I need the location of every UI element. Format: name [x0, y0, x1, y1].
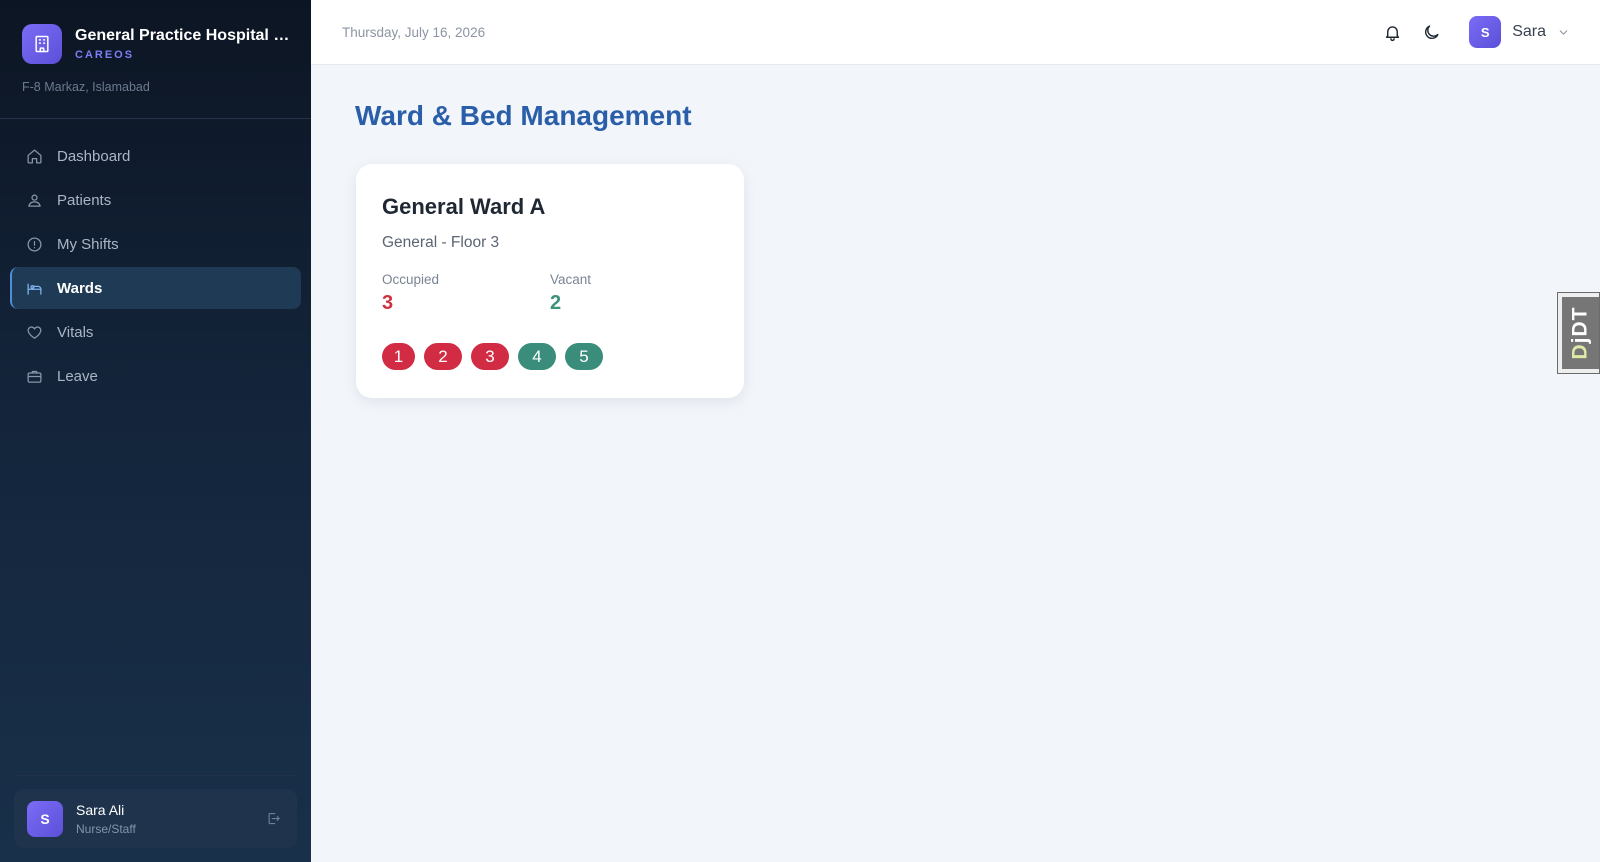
briefcase-icon: [27, 370, 42, 383]
sidebar-item-vitals[interactable]: Vitals: [10, 311, 301, 353]
vacant-count: 2: [550, 292, 562, 314]
bell-icon: [1385, 25, 1399, 41]
notifications-button[interactable]: [1376, 16, 1408, 48]
topbar: Thursday, July 16, 2026 S Sara: [311, 0, 1600, 65]
avatar: S: [27, 800, 63, 837]
user-card: S Sara Ali Nurse/Staff: [14, 789, 297, 848]
hospital-building-icon: [22, 24, 62, 64]
app-name: CAREOS: [75, 49, 135, 61]
debug-toolbar-handle[interactable]: DjDT: [1557, 292, 1600, 374]
occupied-count: 3: [382, 292, 394, 314]
sidebar-item-my-shifts[interactable]: My Shifts: [10, 223, 301, 265]
ward-card[interactable]: General Ward A General - Floor 3 Occupie…: [356, 164, 744, 398]
user-role: Nurse/Staff: [76, 821, 136, 836]
bed-badge-vacant[interactable]: 4: [518, 343, 556, 370]
sidebar-nav: Dashboard Patients My Shifts Wards Vital…: [0, 135, 311, 397]
sidebar-item-wards[interactable]: Wards: [10, 267, 301, 309]
heart-icon: [27, 325, 42, 339]
profile-name: Sara: [1512, 23, 1546, 40]
sidebar-divider: [0, 118, 311, 119]
sidebar-item-label: Wards: [57, 279, 103, 297]
sidebar-item-patients[interactable]: Patients: [10, 179, 301, 221]
sidebar-item-leave[interactable]: Leave: [10, 355, 301, 397]
debug-toolbar-label-d: D: [1568, 343, 1592, 360]
sidebar-item-label: Leave: [57, 367, 98, 385]
occupied-stat: Occupied 3: [382, 272, 550, 315]
bed-list: 1 2 3 4 5: [382, 343, 718, 370]
logout-button[interactable]: [262, 808, 284, 830]
sidebar-divider: [14, 775, 297, 776]
occupied-label: Occupied: [382, 272, 440, 287]
page-title: Ward & Bed Management: [355, 100, 692, 131]
patients-icon: [28, 194, 41, 207]
vacant-stat: Vacant 2: [550, 272, 718, 315]
chevron-down-icon: [1557, 26, 1570, 39]
profile-menu[interactable]: S Sara: [1469, 16, 1570, 48]
sidebar-item-dashboard[interactable]: Dashboard: [10, 135, 301, 177]
brand[interactable]: General Practice Hospital I... CAREOS: [0, 0, 311, 66]
hospital-location: F-8 Markaz, Islamabad: [22, 80, 150, 94]
current-date: Thursday, July 16, 2026: [342, 24, 486, 40]
bed-badge-vacant[interactable]: 5: [565, 343, 603, 370]
bed-badge-occupied[interactable]: 1: [382, 343, 415, 370]
info-icon: [27, 236, 42, 252]
bed-badge-occupied[interactable]: 3: [471, 343, 509, 370]
theme-toggle-button[interactable]: [1415, 16, 1447, 48]
hospital-name: General Practice Hospital I...: [75, 27, 289, 44]
ward-type: General - Floor 3: [382, 234, 500, 251]
logout-icon: [268, 812, 280, 825]
ward-name: General Ward A: [382, 194, 546, 219]
vacant-label: Vacant: [550, 272, 592, 287]
sidebar-item-label: My Shifts: [57, 235, 119, 253]
debug-toolbar-label-rest: jDT: [1568, 306, 1592, 344]
moon-icon: [1424, 24, 1439, 39]
bed-badge-occupied[interactable]: 2: [424, 343, 462, 370]
debug-toolbar-label: DjDT: [1569, 307, 1593, 360]
home-icon: [27, 148, 42, 164]
sidebar-item-label: Patients: [57, 191, 112, 209]
avatar: S: [1469, 16, 1502, 48]
sidebar: General Practice Hospital I... CAREOS F-…: [0, 0, 311, 862]
sidebar-item-label: Vitals: [57, 323, 94, 341]
user-name: Sara Ali: [76, 801, 125, 818]
bed-icon: [27, 283, 42, 295]
sidebar-item-label: Dashboard: [57, 147, 131, 165]
